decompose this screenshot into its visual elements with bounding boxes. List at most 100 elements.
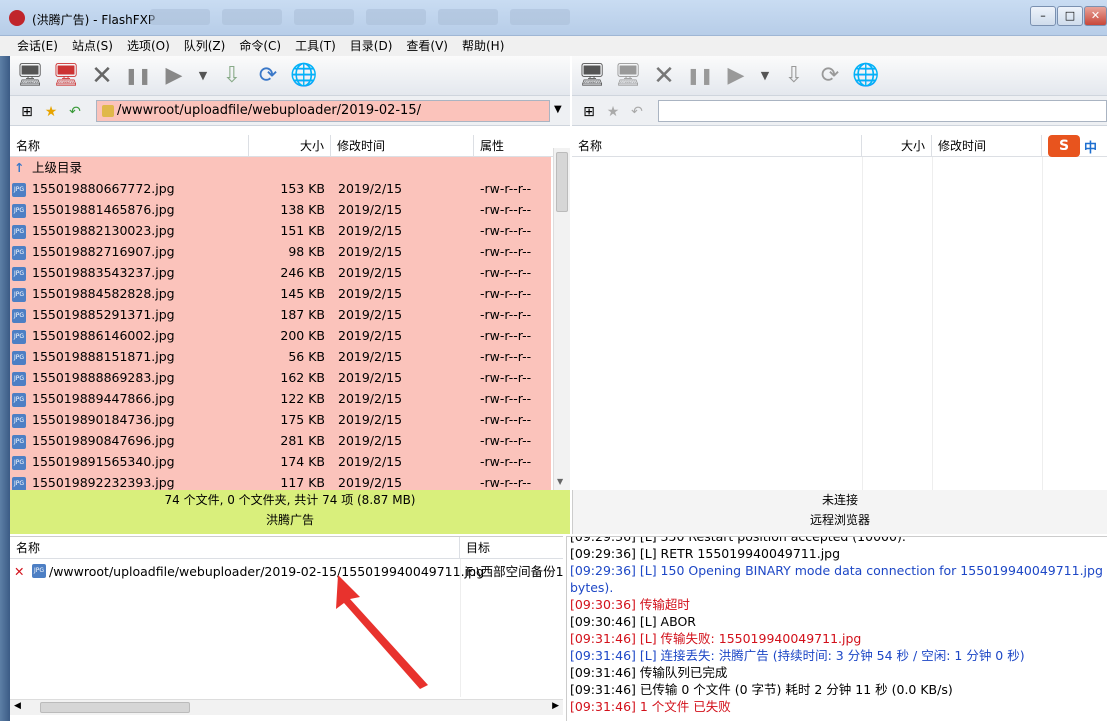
file-row[interactable]: JPG 155019880667772.jpg 153 KB 2019/2/15 -rw… bbox=[10, 178, 551, 199]
queue-col-name[interactable]: 名称 bbox=[10, 537, 460, 559]
up-arrow-icon[interactable]: ↶ bbox=[66, 103, 84, 121]
file-attr: -rw-r--r-- bbox=[480, 433, 532, 448]
queue-item[interactable]: ✕ JPG /wwwroot/uploadfile/webuploader/20… bbox=[10, 561, 563, 582]
col-modified[interactable]: 修改时间 bbox=[331, 135, 474, 157]
file-size: 174 KB bbox=[280, 454, 325, 469]
file-attr: -rw-r--r-- bbox=[480, 244, 532, 259]
log-line: [09:30:46] [L] ABOR bbox=[570, 614, 696, 629]
globe-icon[interactable]: 🌐 bbox=[850, 60, 882, 92]
connect-icon[interactable]: 🖥 bbox=[576, 60, 608, 92]
menu-queue[interactable]: 队列(Z) bbox=[177, 36, 233, 56]
file-name: 155019890847696.jpg bbox=[32, 433, 175, 448]
left-path-input[interactable]: /wwwroot/uploadfile/webuploader/2019-02-… bbox=[96, 100, 550, 122]
desktop-edge bbox=[0, 56, 10, 721]
jpg-file-icon: JPG bbox=[12, 245, 26, 260]
file-name: 155019882716907.jpg bbox=[32, 244, 175, 259]
star-icon[interactable]: ★ bbox=[604, 103, 622, 121]
jpg-file-icon: JPG bbox=[12, 329, 26, 344]
file-row[interactable]: JPG 155019884582828.jpg 145 KB 2019/2/15 -rw… bbox=[10, 283, 551, 304]
close-button[interactable]: ✕ bbox=[1084, 6, 1107, 26]
file-name: 155019890184736.jpg bbox=[32, 412, 175, 427]
abort-icon[interactable]: ✕ bbox=[648, 60, 680, 92]
col-size[interactable]: 大小 bbox=[249, 135, 331, 157]
disconnect-icon[interactable]: 🖥 bbox=[612, 60, 644, 92]
refresh-icon[interactable]: ⟳ bbox=[252, 60, 284, 92]
file-size: 151 KB bbox=[280, 223, 325, 238]
ime-mode-label[interactable]: 中 bbox=[1084, 137, 1097, 156]
file-row[interactable]: JPG 155019882130023.jpg 151 KB 2019/2/15 -rw… bbox=[10, 220, 551, 241]
maximize-button[interactable]: □ bbox=[1057, 6, 1083, 26]
file-row[interactable]: JPG 155019890847696.jpg 281 KB 2019/2/15 -rw… bbox=[10, 430, 551, 451]
jpg-file-icon: JPG bbox=[12, 182, 26, 197]
transfer-icon[interactable]: ⇩ bbox=[216, 60, 248, 92]
file-row[interactable]: JPG 155019888151871.jpg 56 KB 2019/2/15 -rw-… bbox=[10, 346, 551, 367]
file-row[interactable]: JPG 155019885291371.jpg 187 KB 2019/2/15 -rw… bbox=[10, 304, 551, 325]
globe-icon[interactable]: 🌐 bbox=[288, 60, 320, 92]
play-icon[interactable]: ▶ bbox=[720, 60, 752, 92]
disconnect-icon[interactable]: 🖥 bbox=[50, 60, 82, 92]
menu-directory[interactable]: 目录(D) bbox=[343, 36, 400, 56]
transfer-icon[interactable]: ⇩ bbox=[778, 60, 810, 92]
file-attr: -rw-r--r-- bbox=[480, 328, 532, 343]
file-date: 2019/2/15 bbox=[338, 286, 403, 301]
play-dropdown-icon[interactable]: ▼ bbox=[756, 60, 774, 92]
menu-bar: 会话(E) 站点(S) 选项(O) 队列(Z) 命令(C) 工具(T) 目录(D… bbox=[0, 36, 1107, 56]
file-date: 2019/2/15 bbox=[338, 454, 403, 469]
file-size: 200 KB bbox=[280, 328, 325, 343]
star-icon[interactable]: ★ bbox=[42, 103, 60, 121]
file-row[interactable]: JPG 155019889447866.jpg 122 KB 2019/2/15 -rw… bbox=[10, 388, 551, 409]
pause-icon[interactable]: ❚❚ bbox=[684, 60, 716, 92]
file-attr: -rw-r--r-- bbox=[480, 265, 532, 280]
session-log: [09:29:36] [L] 350 Restart position acce… bbox=[566, 536, 1107, 721]
menu-help[interactable]: 帮助(H) bbox=[455, 36, 511, 56]
connect-icon[interactable]: 🖥 bbox=[14, 60, 46, 92]
abort-icon[interactable]: ✕ bbox=[86, 60, 118, 92]
file-row[interactable]: JPG 155019888869283.jpg 162 KB 2019/2/15 -rw… bbox=[10, 367, 551, 388]
left-scrollbar[interactable]: ▼ bbox=[553, 148, 570, 490]
right-list-header: 名称 大小 修改时间 bbox=[572, 135, 1107, 157]
tree-icon[interactable]: ⊞ bbox=[580, 103, 598, 121]
file-attr: -rw-r--r-- bbox=[480, 349, 532, 364]
right-path-input[interactable] bbox=[658, 100, 1107, 122]
tree-icon[interactable]: ⊞ bbox=[18, 103, 36, 121]
local-status: 74 个文件, 0 个文件夹, 共计 74 项 (8.87 MB) 洪腾广告 bbox=[10, 490, 570, 534]
queue-col-target[interactable]: 目标 bbox=[460, 537, 563, 559]
minimize-button[interactable]: – bbox=[1030, 6, 1056, 26]
up-arrow-icon[interactable]: ↶ bbox=[628, 103, 646, 121]
menu-view[interactable]: 查看(V) bbox=[399, 36, 455, 56]
file-row[interactable]: JPG 155019886146002.jpg 200 KB 2019/2/15 -rw… bbox=[10, 325, 551, 346]
queue-hscrollbar[interactable]: ◀ ▶ bbox=[10, 699, 563, 715]
file-row[interactable]: JPG 155019892232393.jpg 117 KB 2019/2/15 -rw… bbox=[10, 472, 551, 490]
file-date: 2019/2/15 bbox=[338, 475, 403, 490]
col-name[interactable]: 名称 bbox=[10, 135, 249, 157]
file-row[interactable]: JPG 155019881465876.jpg 138 KB 2019/2/15 -rw… bbox=[10, 199, 551, 220]
log-line: [09:29:36] [L] RETR 155019940049711.jpg bbox=[570, 546, 841, 561]
path-dropdown-icon[interactable]: ▼ bbox=[554, 104, 562, 115]
menu-commands[interactable]: 命令(C) bbox=[232, 36, 288, 56]
menu-options[interactable]: 选项(O) bbox=[120, 36, 177, 56]
file-row[interactable]: JPG 155019883543237.jpg 246 KB 2019/2/15 -rw… bbox=[10, 262, 551, 283]
pause-icon[interactable]: ❚❚ bbox=[122, 60, 154, 92]
file-name: 155019884582828.jpg bbox=[32, 286, 175, 301]
file-row[interactable]: JPG 155019882716907.jpg 98 KB 2019/2/15 -rw-… bbox=[10, 241, 551, 262]
remote-site-label: 远程浏览器 bbox=[809, 513, 870, 527]
play-icon[interactable]: ▶ bbox=[158, 60, 190, 92]
parent-dir-row[interactable]: ↑ 上级目录 bbox=[10, 157, 551, 178]
file-size: 122 KB bbox=[280, 391, 325, 406]
left-toolbar: 🖥 🖥 ✕ ❚❚ ▶ ▼ ⇩ ⟳ 🌐 bbox=[10, 56, 570, 96]
file-attr: -rw-r--r-- bbox=[480, 370, 532, 385]
refresh-icon[interactable]: ⟳ bbox=[814, 60, 846, 92]
menu-tools[interactable]: 工具(T) bbox=[288, 36, 343, 56]
file-row[interactable]: JPG 155019890184736.jpg 175 KB 2019/2/15 -rw… bbox=[10, 409, 551, 430]
play-dropdown-icon[interactable]: ▼ bbox=[194, 60, 212, 92]
queue-item-target: F:\西部空间备份1\ bbox=[466, 564, 563, 579]
file-row[interactable]: JPG 155019891565340.jpg 174 KB 2019/2/15 -rw… bbox=[10, 451, 551, 472]
col-size[interactable]: 大小 bbox=[862, 135, 932, 157]
jpg-file-icon: JPG bbox=[12, 455, 26, 470]
col-name[interactable]: 名称 bbox=[572, 135, 862, 157]
col-attr[interactable]: 属性 bbox=[474, 135, 554, 157]
menu-sites[interactable]: 站点(S) bbox=[65, 36, 120, 56]
col-modified[interactable]: 修改时间 bbox=[932, 135, 1042, 157]
file-name: 155019892232393.jpg bbox=[32, 475, 175, 490]
menu-session[interactable]: 会话(E) bbox=[10, 36, 65, 56]
